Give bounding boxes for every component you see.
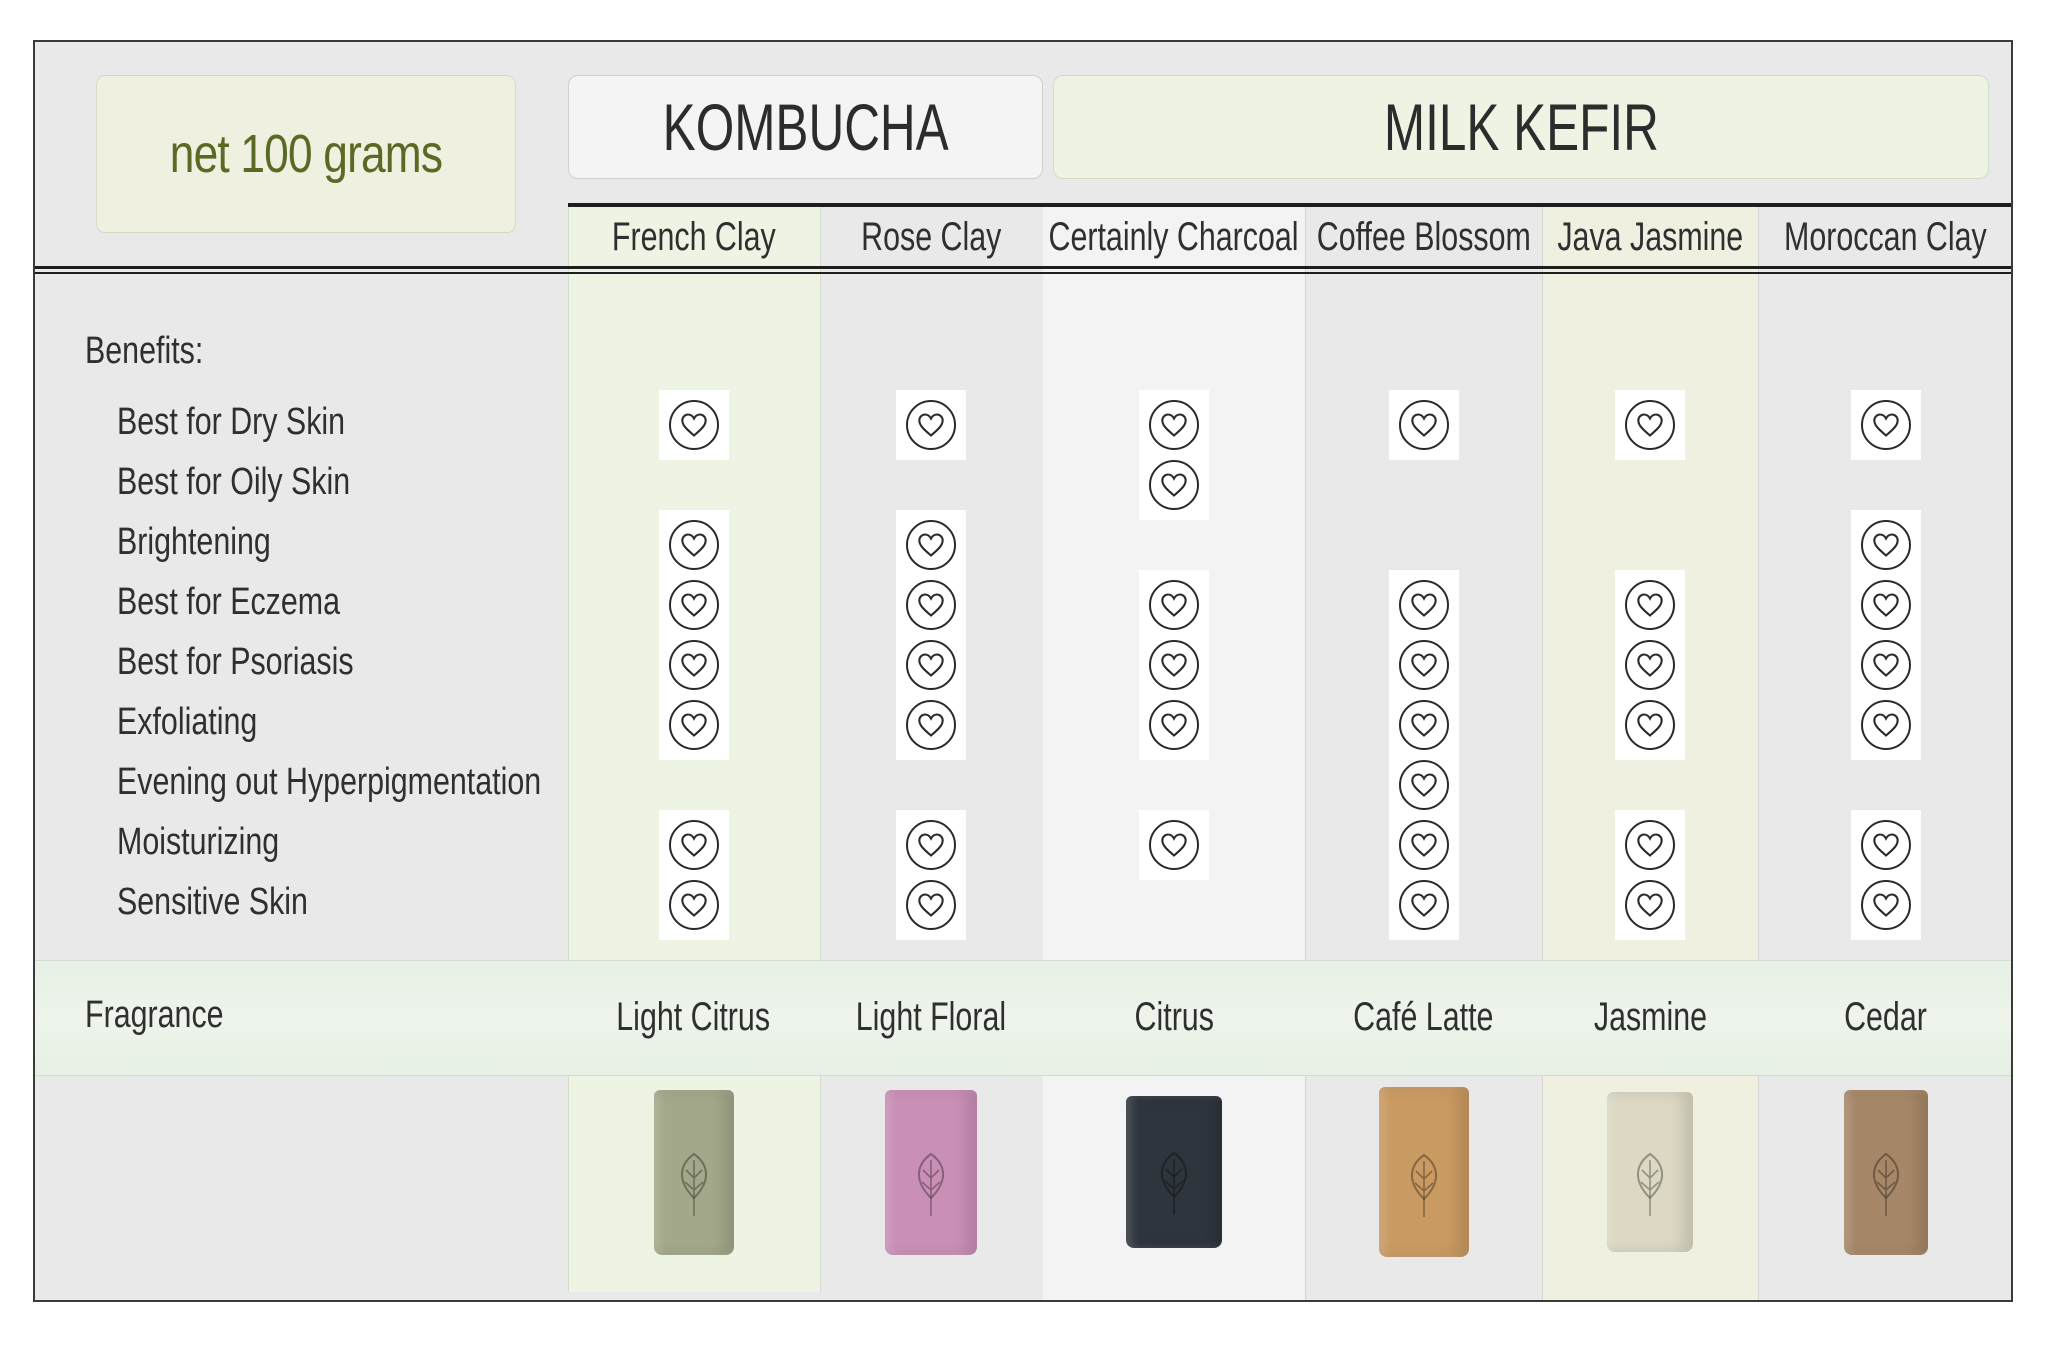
heart-in-circle-icon — [668, 700, 719, 750]
fragrance-rose-clay: Light Floral — [819, 960, 1043, 1074]
heart-in-circle-icon — [1625, 700, 1675, 750]
heart-in-circle-icon — [668, 400, 719, 450]
comparison-chart: net 100 grams KOMBUCHA MILK KEFIR French… — [33, 40, 2013, 1302]
heart-in-circle-icon — [1625, 580, 1675, 630]
column-header-moroccan-clay: Moroccan Clay — [1758, 212, 2011, 262]
leaf-stamp-icon — [680, 1152, 707, 1217]
column-header-java-jasmine: Java Jasmine — [1542, 212, 1758, 262]
heart-in-circle-icon — [1398, 400, 1449, 450]
product-name: Moroccan Clay — [1784, 214, 1987, 259]
heart-in-circle-icon — [1149, 460, 1199, 510]
leaf-stamp-icon — [1637, 1152, 1663, 1216]
fragrance-value: Light Floral — [855, 994, 1007, 1039]
group-header-kombucha: KOMBUCHA — [568, 75, 1043, 179]
product-name: Rose Clay — [860, 214, 1002, 259]
leaf-stamp-icon — [1872, 1152, 1899, 1217]
column-divider — [1305, 207, 1306, 1300]
heart-in-circle-icon — [1860, 640, 1911, 690]
heart-in-circle-icon — [1625, 640, 1675, 690]
benefit-label: Best for Oily Skin — [117, 461, 351, 503]
fragrance-french-clay: Light Citrus — [568, 960, 819, 1074]
soap-bar-image-java-jasmine — [1607, 1092, 1693, 1252]
fragrance-moroccan-clay: Cedar — [1758, 960, 2011, 1074]
double-rule-bottom — [35, 272, 2011, 274]
column-header-french-clay: French Clay — [568, 212, 819, 262]
soap-bar-image-coffee-blossom — [1378, 1087, 1469, 1257]
fragrance-value: Café Latte — [1353, 994, 1494, 1039]
soap-bar-image-french-clay — [653, 1089, 734, 1255]
column-header-rose-clay: Rose Clay — [819, 212, 1043, 262]
heart-in-circle-icon — [668, 820, 719, 870]
heart-in-circle-icon — [668, 520, 719, 570]
heart-in-circle-icon — [906, 700, 956, 750]
benefit-label: Brightening — [117, 521, 271, 563]
heart-in-circle-icon — [1860, 880, 1911, 930]
header-rule — [568, 203, 2011, 207]
heart-in-circle-icon — [1625, 400, 1675, 450]
fragrance-coffee-blossom: Café Latte — [1305, 960, 1542, 1074]
heart-in-circle-icon — [906, 400, 956, 450]
fragrance-value: Light Citrus — [616, 994, 771, 1039]
heart-in-circle-icon — [1398, 760, 1449, 810]
fragrance-value: Citrus — [1134, 994, 1214, 1039]
heart-in-circle-icon — [1149, 820, 1199, 870]
heart-in-circle-icon — [1860, 700, 1911, 750]
leaf-stamp-icon — [1161, 1151, 1187, 1216]
group-header-milk-kefir: MILK KEFIR — [1053, 75, 1989, 179]
benefit-label: Exfoliating — [117, 701, 258, 743]
double-rule-top — [35, 266, 2011, 269]
benefit-label: Best for Psoriasis — [117, 641, 354, 683]
heart-in-circle-icon — [906, 880, 956, 930]
benefit-label: Best for Dry Skin — [117, 401, 346, 443]
heart-in-circle-icon — [906, 640, 956, 690]
heart-in-circle-icon — [1398, 580, 1449, 630]
soap-bar-image-rose-clay — [885, 1089, 977, 1255]
fragrance-value: Cedar — [1844, 994, 1927, 1039]
heart-in-circle-icon — [906, 580, 956, 630]
benefit-label: Sensitive Skin — [117, 881, 308, 923]
benefit-label: Moisturizing — [117, 821, 280, 863]
soap-bar-image-moroccan-clay — [1843, 1089, 1928, 1255]
product-name: Coffee Blossom — [1316, 214, 1531, 259]
heart-in-circle-icon — [1398, 880, 1449, 930]
heart-in-circle-icon — [668, 640, 719, 690]
heart-in-circle-icon — [1149, 580, 1199, 630]
net-weight-label: net 100 grams — [96, 75, 516, 233]
heart-in-circle-icon — [1860, 580, 1911, 630]
heart-in-circle-icon — [1149, 700, 1199, 750]
heart-in-circle-icon — [668, 880, 719, 930]
heart-in-circle-icon — [1860, 820, 1911, 870]
column-header-coffee-blossom: Coffee Blossom — [1305, 212, 1542, 262]
heart-in-circle-icon — [668, 580, 719, 630]
heart-in-circle-icon — [1860, 520, 1911, 570]
heart-in-circle-icon — [1398, 820, 1449, 870]
group-milk-kefir-label: MILK KEFIR — [1383, 90, 1659, 164]
fragrance-value: Jasmine — [1593, 994, 1707, 1039]
benefit-label: Best for Eczema — [117, 581, 341, 623]
heart-in-circle-icon — [1625, 820, 1675, 870]
group-kombucha-label: KOMBUCHA — [662, 90, 949, 164]
benefits-heading: Benefits: — [85, 330, 204, 372]
heart-in-circle-icon — [906, 520, 956, 570]
fragrance-java-jasmine: Jasmine — [1542, 960, 1758, 1074]
product-name: Java Jasmine — [1557, 214, 1743, 259]
leaf-stamp-icon — [1410, 1153, 1437, 1217]
benefit-label: Evening out Hyperpigmentation — [117, 761, 542, 803]
soap-bar-image-certainly-charcoal — [1126, 1096, 1222, 1248]
heart-in-circle-icon — [1149, 400, 1199, 450]
heart-in-circle-icon — [1398, 640, 1449, 690]
heart-in-circle-icon — [1149, 640, 1199, 690]
heart-in-circle-icon — [906, 820, 956, 870]
fragrance-label: Fragrance — [85, 994, 224, 1036]
product-name: French Clay — [611, 214, 776, 259]
heart-in-circle-icon — [1860, 400, 1911, 450]
column-header-certainly-charcoal: Certainly Charcoal — [1043, 212, 1305, 262]
heart-in-circle-icon — [1398, 700, 1449, 750]
column-divider — [1758, 207, 1759, 1300]
heart-in-circle-icon — [1625, 880, 1675, 930]
leaf-stamp-icon — [918, 1152, 944, 1217]
fragrance-certainly-charcoal: Citrus — [1043, 960, 1305, 1074]
column-divider — [1542, 207, 1543, 1300]
product-name: Certainly Charcoal — [1048, 214, 1300, 259]
